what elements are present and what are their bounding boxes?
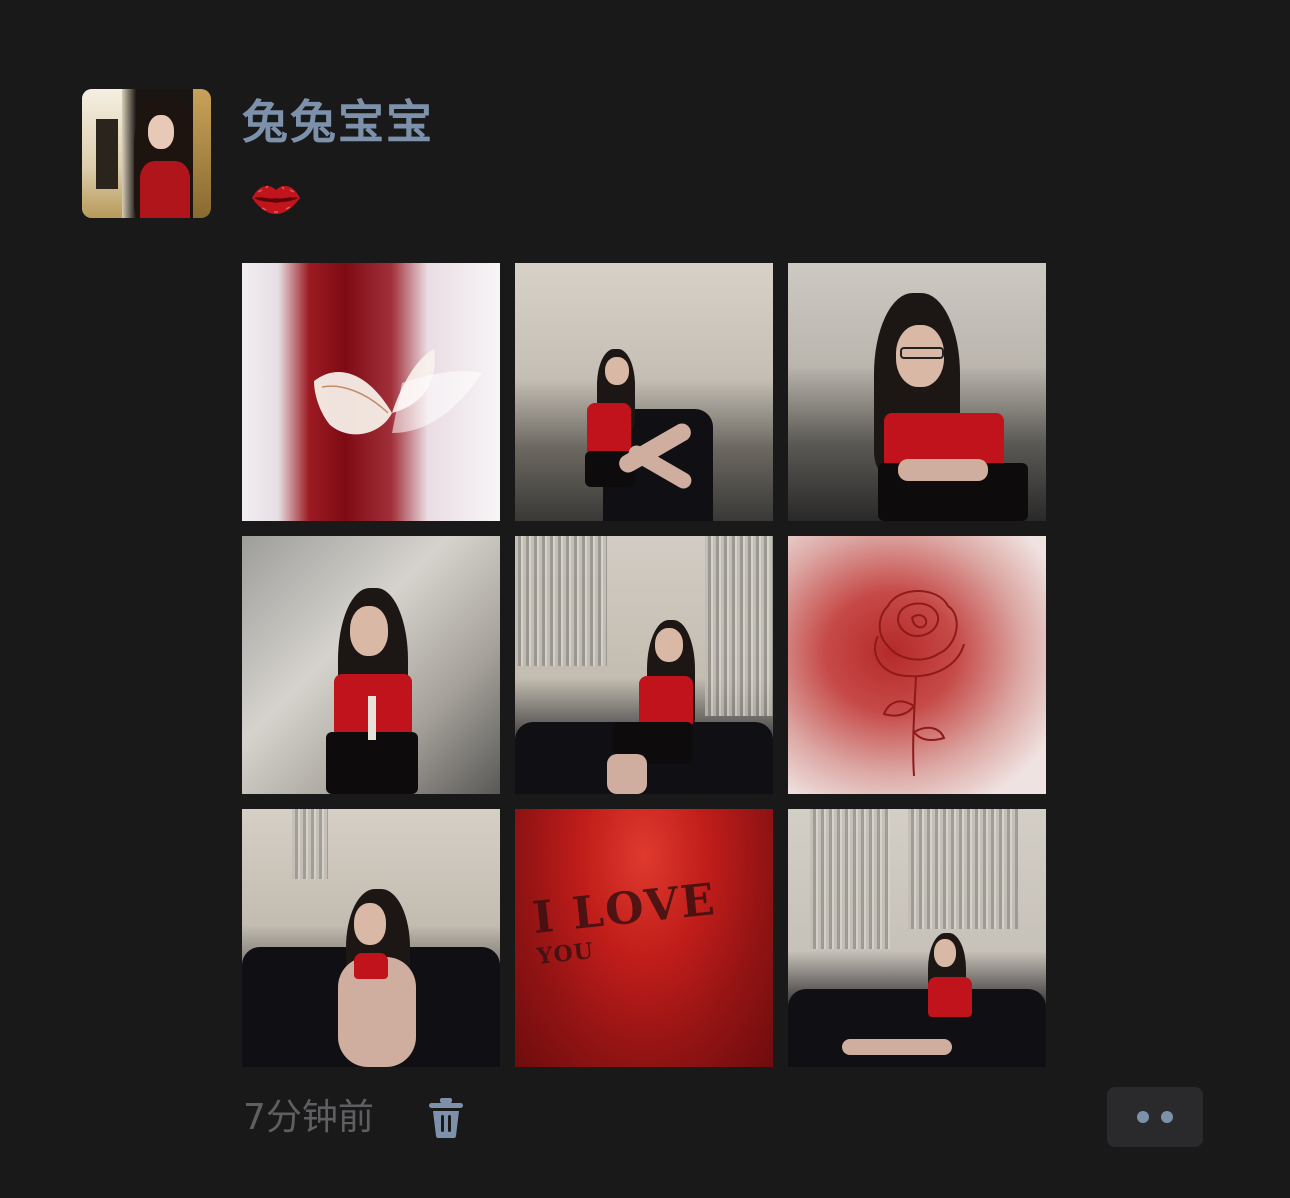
- photo-tile-8[interactable]: I LOVE YOU: [515, 809, 773, 1067]
- curtain: [908, 809, 1018, 929]
- person-leg: [607, 754, 647, 794]
- person-face: [605, 357, 629, 385]
- person-face: [350, 606, 388, 656]
- photo-tile-5[interactable]: [515, 536, 773, 794]
- curtain: [705, 536, 773, 716]
- lanyard-badge: [368, 696, 376, 740]
- photo-tile-1[interactable]: [242, 263, 500, 521]
- sofa: [788, 989, 1046, 1067]
- curtain: [810, 809, 890, 949]
- avatar[interactable]: [82, 89, 211, 218]
- author-name[interactable]: 兔兔宝宝: [242, 93, 434, 151]
- avatar-dress: [140, 161, 190, 218]
- love-text: I LOVE YOU: [530, 869, 769, 994]
- photo-grid: I LOVE YOU: [242, 263, 1046, 1067]
- glasses: [900, 347, 944, 359]
- love-text-small: YOU: [535, 938, 596, 970]
- kiss-lips-icon: [252, 185, 300, 214]
- avatar-edge: [193, 89, 211, 218]
- post-timestamp: 7分钟前: [243, 1097, 374, 1138]
- rose-image: [873, 590, 965, 777]
- more-button[interactable]: [1107, 1087, 1203, 1147]
- photo-tile-9[interactable]: [788, 809, 1046, 1067]
- more-dot: [1137, 1111, 1149, 1123]
- moment-post: 兔兔宝宝 I LOVE YOU 7分钟前: [0, 0, 1290, 1198]
- photo-tile-6[interactable]: [788, 536, 1046, 794]
- person-arm: [898, 459, 988, 481]
- person-top: [354, 953, 388, 979]
- person-top: [587, 403, 631, 455]
- photo-tile-7[interactable]: [242, 809, 500, 1067]
- person-leg: [842, 1039, 952, 1055]
- trash-icon[interactable]: [428, 1097, 464, 1139]
- more-dot: [1161, 1111, 1173, 1123]
- photo-tile-3[interactable]: [788, 263, 1046, 521]
- love-text-main: I LOVE: [530, 874, 719, 945]
- avatar-background-detail: [96, 119, 118, 189]
- person-face: [354, 903, 386, 945]
- avatar-face: [148, 115, 174, 149]
- person-top: [639, 676, 693, 726]
- person-face: [934, 939, 956, 967]
- person-face: [655, 628, 683, 662]
- curtain: [292, 809, 328, 879]
- butterfly-image: [314, 349, 482, 435]
- person-top: [928, 977, 972, 1017]
- curtain: [515, 536, 607, 666]
- photo-tile-2[interactable]: [515, 263, 773, 521]
- person-skirt: [326, 732, 418, 794]
- photo-tile-4[interactable]: [242, 536, 500, 794]
